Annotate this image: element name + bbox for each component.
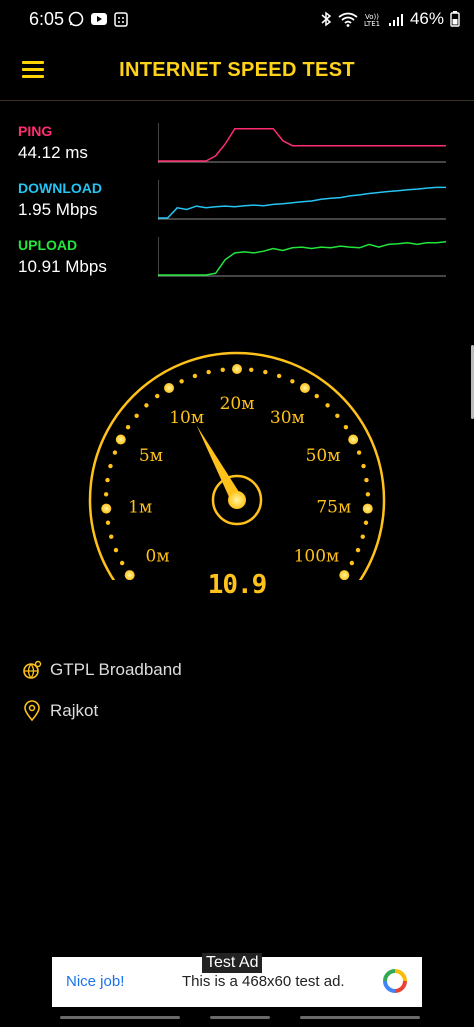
battery-icon [450, 11, 460, 27]
gauge-tick-dot [249, 367, 254, 372]
ping-chart [158, 123, 446, 163]
gauge-tick-dot [144, 403, 149, 408]
speed-readout: 10.9 [207, 570, 268, 600]
ad-logo-icon [383, 969, 407, 993]
download-label: DOWNLOAD [18, 180, 102, 196]
svg-text:LTE1: LTE1 [364, 20, 380, 27]
gauge-tick-dot [101, 503, 112, 514]
gauge-tick-dot [105, 520, 111, 525]
location-pin-icon [24, 700, 40, 722]
ping-series-line [158, 127, 446, 162]
gauge-tick-dot [108, 463, 113, 469]
signal-icon [388, 13, 403, 26]
gauge-tick-dot [155, 393, 160, 399]
bluetooth-icon [321, 11, 332, 27]
download-metric: DOWNLOAD 1.95 Mbps [18, 180, 458, 232]
gauge-tick-dot [343, 425, 349, 430]
gauge-scale-label: 75м [316, 497, 351, 517]
gauge-scale-label: 5м [139, 446, 163, 466]
gauge-scale-label: 50м [306, 446, 341, 466]
isp-row: GTPL Broadband [22, 658, 182, 682]
location-label: Rajkot [50, 701, 99, 720]
whatsapp-icon [68, 11, 84, 27]
speed-gauge: 0м 1м 5м 10м 20м 30м 50м 75м 100м [86, 350, 388, 586]
upload-metric: UPLOAD 10.91 Mbps [18, 237, 458, 289]
location-row: Rajkot [22, 699, 98, 723]
wifi-icon [338, 12, 358, 27]
ad-body: This is a 468x60 test ad. [182, 973, 345, 990]
gauge-hub [228, 491, 246, 509]
ping-metric: PING 44.12 ms [18, 123, 458, 175]
gauge-tick-dot [113, 547, 119, 553]
gauge-scale-label: 30м [270, 408, 305, 428]
gauge-outer-arc [88, 351, 386, 586]
calculator-icon [114, 11, 128, 27]
download-series-line [158, 186, 446, 219]
gauge-tick-dot [290, 379, 295, 384]
gauge-tick-dot [232, 364, 242, 374]
download-value: 1.95 Mbps [18, 200, 98, 219]
gauge-tick-dot [206, 369, 211, 375]
ping-value: 44.12 ms [18, 143, 88, 162]
ad-headline: Nice job! [66, 973, 125, 990]
app-title: INTERNET SPEED TEST [119, 59, 355, 81]
upload-value: 10.91 Mbps [18, 257, 107, 276]
app-bar: INTERNET SPEED TEST [0, 42, 474, 101]
gauge-tick-dot [115, 434, 126, 445]
gauge-tick-dot [314, 393, 319, 399]
status-time: 6:05 [29, 9, 65, 29]
globe-icon [23, 660, 42, 679]
gauge-tick-dot [299, 383, 310, 394]
gauge-tick-dot [112, 450, 118, 455]
gauge-tick-dot [119, 560, 125, 566]
gauge-tick-dot [263, 369, 268, 375]
gauge-scale-label: 100м [294, 547, 340, 567]
status-bar: 6:05 Vo)) LTE1 46% [0, 0, 474, 38]
gesture-bar [60, 1016, 420, 1020]
gauge-tick-dot [109, 534, 114, 539]
gauge-tick-dot [363, 520, 369, 525]
isp-provider: GTPL Broadband [50, 660, 182, 679]
gauge-tick-dot [348, 434, 359, 445]
upload-label: UPLOAD [18, 237, 78, 253]
gauge-tick-dot [164, 383, 175, 394]
gauge-scale-label: 20м [220, 394, 255, 414]
upload-series-line [158, 240, 446, 276]
gauge-tick-dot [356, 450, 362, 455]
gauge-scale-label: 0м [146, 547, 170, 567]
gauge-tick-dot [134, 413, 139, 418]
youtube-icon [91, 13, 107, 25]
gauge-tick-dot [103, 492, 109, 497]
gauge-scale-label: 1м [128, 497, 152, 517]
gauge-tick-dot [325, 403, 330, 408]
test-ad-badge: Test Ad [202, 953, 263, 973]
battery-percent: 46% [409, 9, 444, 28]
upload-chart [158, 237, 446, 277]
gauge-tick-dot [365, 492, 371, 497]
gauge-scale-label: 10м [169, 408, 204, 428]
gauge-tick-dot [105, 477, 110, 483]
download-chart [158, 180, 446, 220]
gauge-tick-dot [362, 503, 373, 514]
gauge-tick-dot [349, 560, 355, 566]
gauge-tick-dot [361, 463, 366, 469]
gauge-tick-dot [220, 367, 225, 372]
gauge-tick-dot [364, 477, 369, 483]
gauge-tick-dot [192, 373, 198, 379]
gauge-tick-dot [360, 534, 365, 539]
gauge-tick-dot [276, 373, 282, 379]
gauge-tick-dot [355, 547, 361, 553]
ping-label: PING [18, 123, 53, 139]
gauge-tick-dot [335, 413, 340, 418]
volte-icon: Vo))LTE1 [364, 13, 380, 27]
gauge-tick-dot [125, 425, 131, 430]
gauge-tick-dot [179, 379, 184, 384]
